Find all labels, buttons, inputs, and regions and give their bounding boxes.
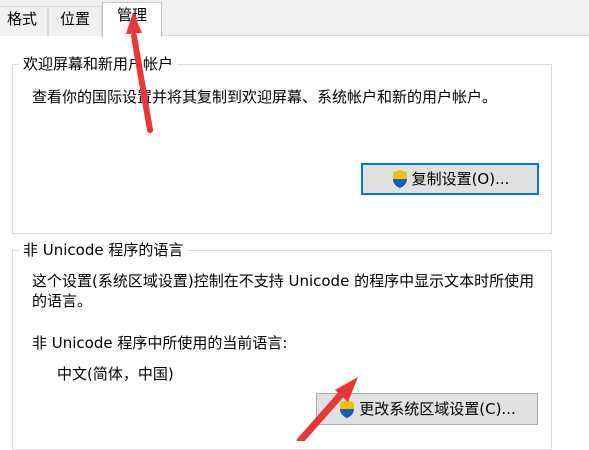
tab-strip: 格式 位置 管理 [0,0,589,37]
uac-shield-icon [392,170,407,188]
tab-location[interactable]: 位置 [48,6,102,36]
non-unicode-group: 非 Unicode 程序的语言 这个设置(系统区域设置)控制在不支持 Unico… [12,240,552,450]
copy-settings-button[interactable]: 复制设置(O)... [361,163,539,195]
non-unicode-group-title: 非 Unicode 程序的语言 [19,240,188,260]
change-system-locale-label: 更改系统区域设置(C)... [359,400,516,418]
welcome-description: 查看你的国际设置并将其复制到欢迎屏幕、系统帐户和新的用户帐户。 [32,88,498,106]
uac-shield-icon [340,400,355,418]
non-unicode-description-line2: 的语言。 [32,292,93,310]
copy-settings-label: 复制设置(O)... [411,170,510,188]
tab-administrative[interactable]: 管理 [102,2,162,37]
welcome-group-title: 欢迎屏幕和新用户帐户 [19,54,178,74]
change-system-locale-button[interactable]: 更改系统区域设置(C)... [316,393,538,425]
welcome-screen-group: 欢迎屏幕和新用户帐户 查看你的国际设置并将其复制到欢迎屏幕、系统帐户和新的用户帐… [12,54,552,234]
tab-format[interactable]: 格式 [0,6,48,36]
non-unicode-description-line1: 这个设置(系统区域设置)控制在不支持 Unicode 的程序中显示文本时所使用 [32,272,535,290]
current-language-value: 中文(简体，中国) [57,365,174,383]
current-language-label: 非 Unicode 程序中所使用的当前语言: [32,334,288,352]
